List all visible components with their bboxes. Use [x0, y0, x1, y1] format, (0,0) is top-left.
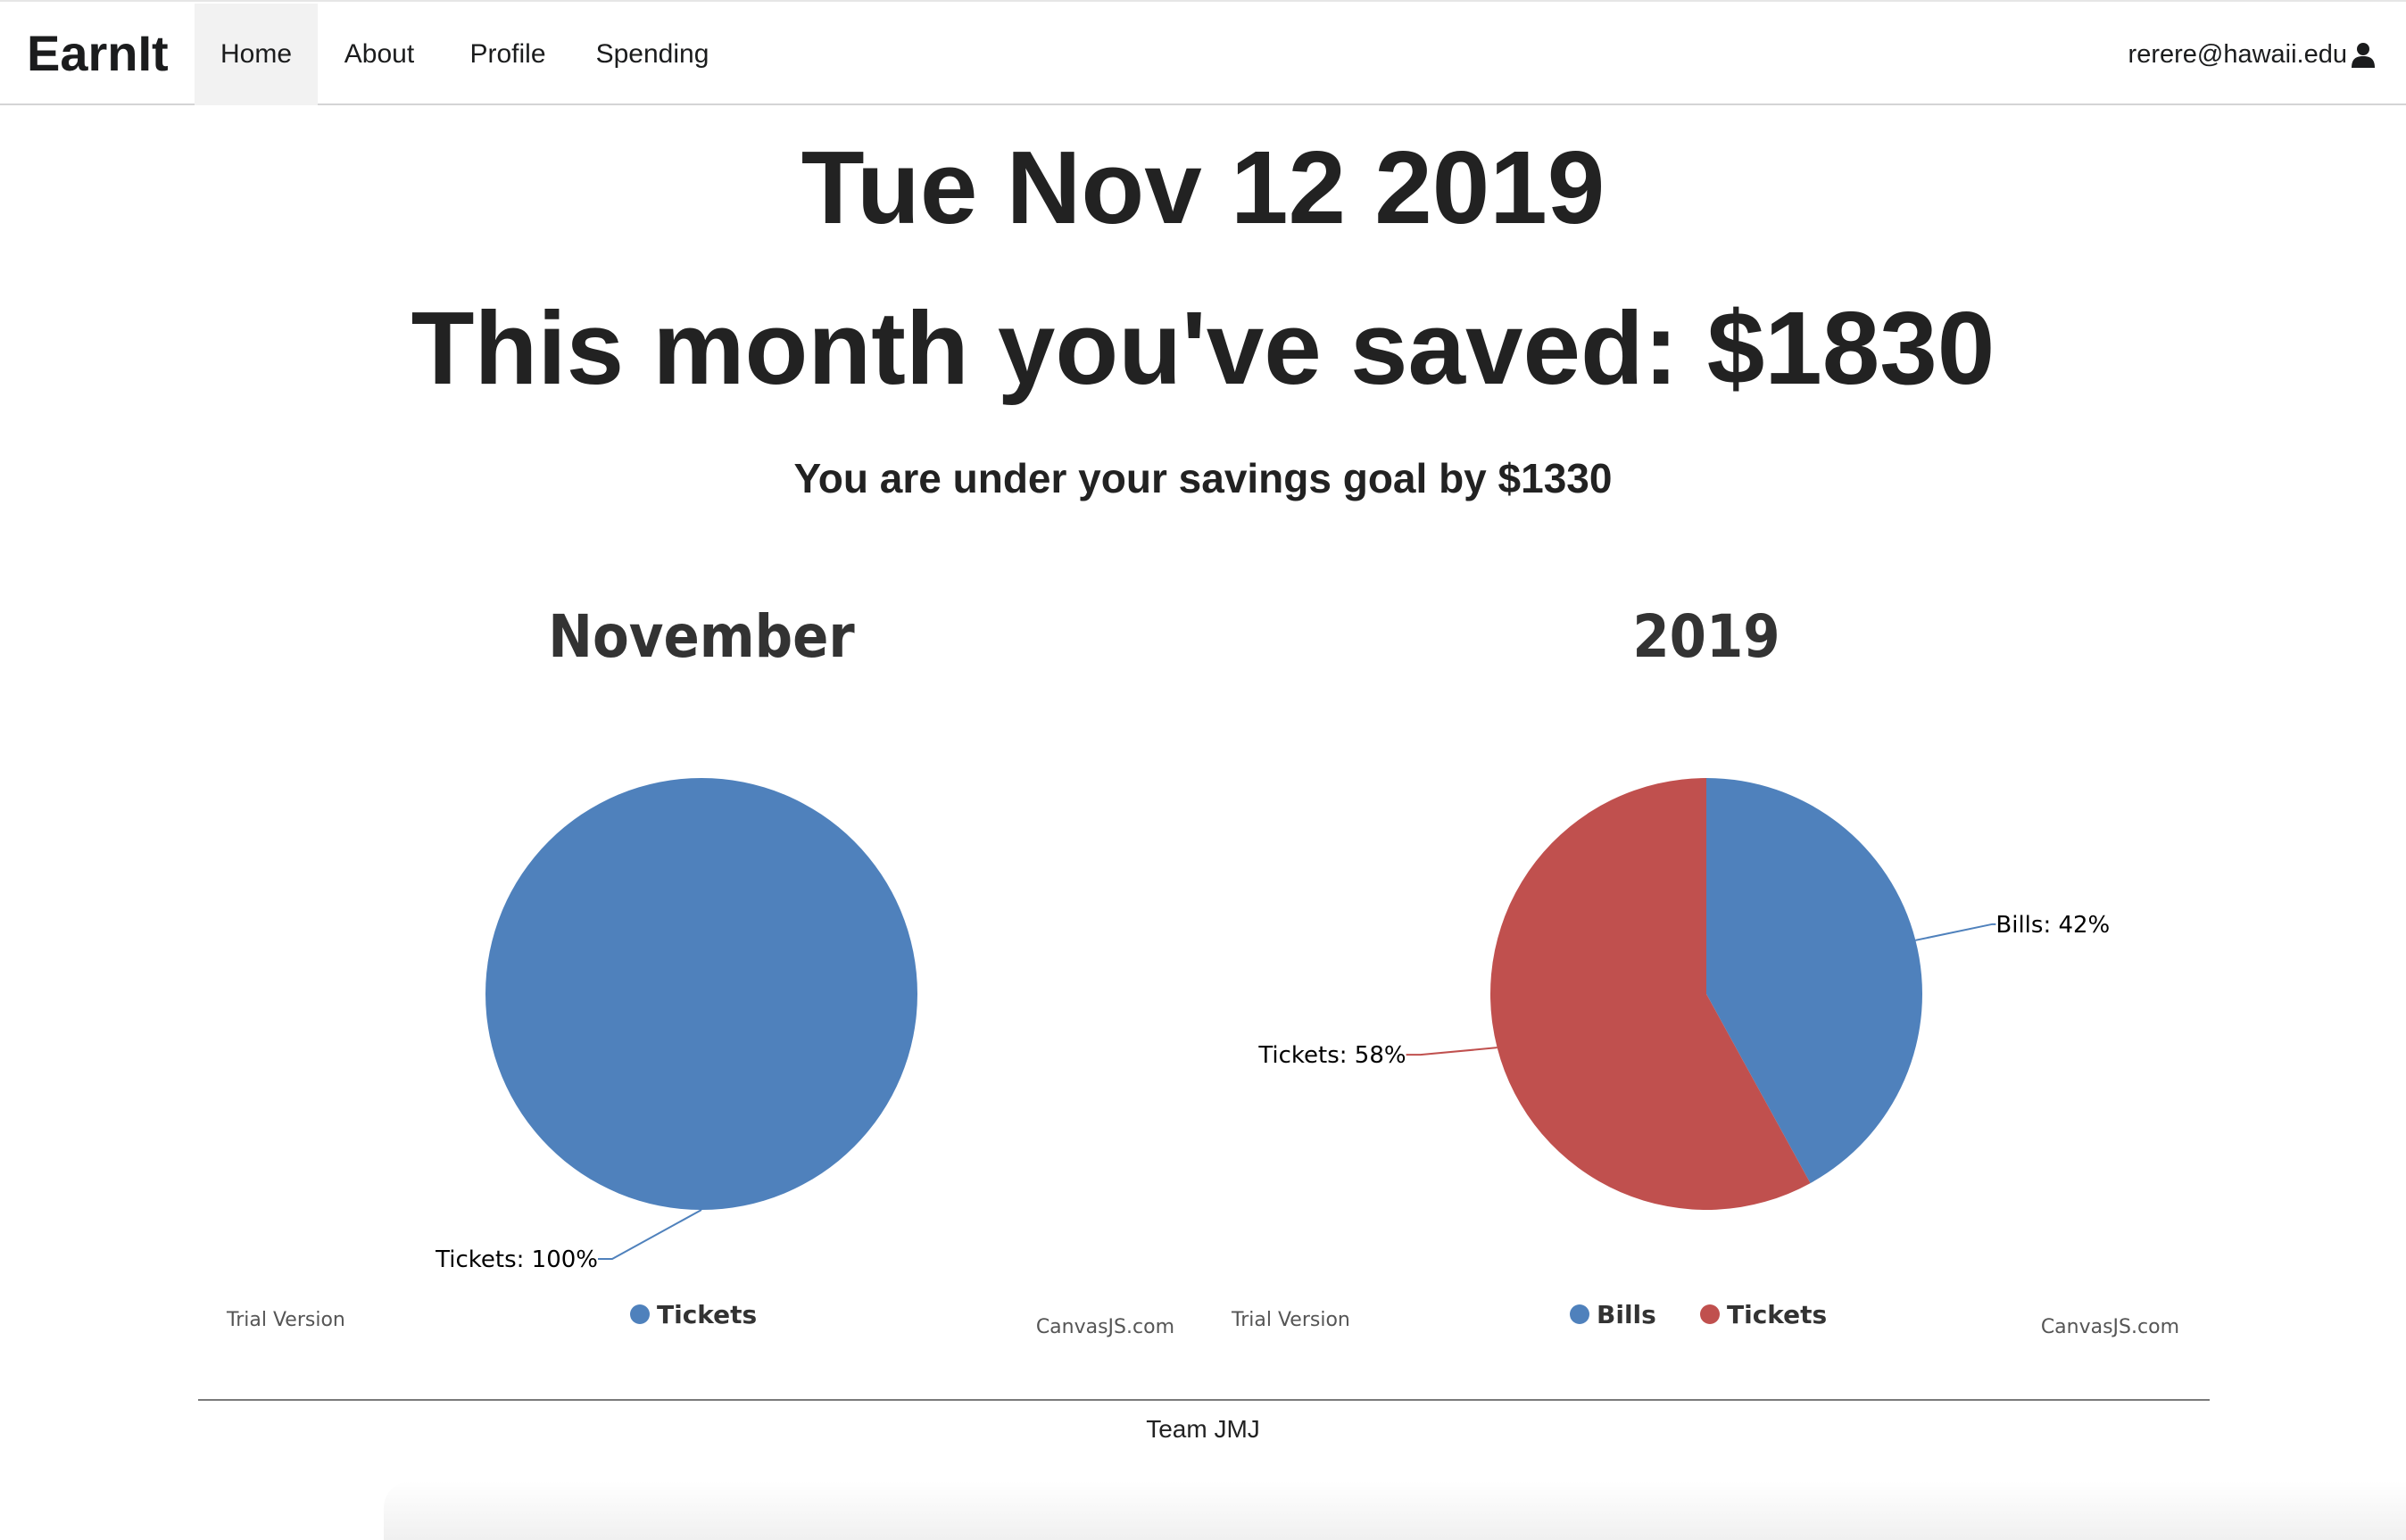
pie-slices [1489, 778, 1922, 1210]
pie-label-tickets: Tickets: 58% [1257, 1042, 1406, 1069]
user-icon [2352, 43, 2375, 68]
legend-item-tickets[interactable]: Tickets [657, 1300, 757, 1329]
november-pie-chart: November Tickets: 100% Tickets Trial Ver… [226, 607, 1174, 1338]
user-menu[interactable]: rerere@hawaii.edu [2128, 4, 2376, 105]
nav-item-profile[interactable]: Profile [450, 4, 566, 105]
year-2019-pie-chart: 2019 Bills: 42% Tickets: 58% Bills Tickets… [1231, 607, 2179, 1338]
window-shadow [384, 1481, 2406, 1540]
footer-divider [198, 1399, 2210, 1401]
canvasjs-credit-link[interactable]: CanvasJS.com [2041, 1316, 2179, 1338]
legend-marker-bills [1570, 1304, 1589, 1324]
legend-item-tickets[interactable]: Tickets [1727, 1300, 1827, 1329]
pie-label-connector [1915, 923, 1996, 941]
chart-legend: Tickets [630, 1300, 757, 1329]
trial-version-text: Trial Version [226, 1309, 345, 1331]
page: EarnIt Home About Profile Spending rerer… [0, 0, 2406, 1540]
pie-slice-tickets[interactable] [485, 778, 917, 1210]
pie-label-bills: Bills: 42% [1995, 912, 2110, 939]
canvasjs-credit-link[interactable]: CanvasJS.com [1036, 1316, 1174, 1338]
chart-title: November [548, 607, 855, 671]
pie-label-connector [598, 1209, 702, 1260]
pie-slices [485, 778, 917, 1210]
top-navbar: EarnIt Home About Profile Spending rerer… [0, 0, 2406, 105]
legend-marker-tickets [630, 1304, 650, 1324]
chart-title: 2019 [1632, 607, 1780, 671]
nav-item-about[interactable]: About [327, 4, 432, 105]
footer-team: Team JMJ [1146, 1415, 1260, 1443]
chart-legend: Bills Tickets [1570, 1300, 1827, 1329]
savings-heading: This month you've saved: $1830 [411, 290, 1995, 406]
pie-label-connector [1406, 1047, 1498, 1056]
legend-item-bills[interactable]: Bills [1597, 1300, 1656, 1329]
brand-logo[interactable]: EarnIt [27, 20, 169, 87]
pie-labels: Tickets: 100% [435, 1209, 702, 1273]
savings-goal-text: You are under your savings goal by $1330 [793, 455, 1613, 501]
nav-item-spending[interactable]: Spending [582, 4, 723, 105]
date-heading: Tue Nov 12 2019 [801, 129, 1605, 245]
user-email: rerere@hawaii.edu [2128, 39, 2347, 69]
nav-item-home[interactable]: Home [195, 4, 318, 105]
trial-version-text: Trial Version [1231, 1309, 1350, 1331]
legend-marker-tickets [1700, 1304, 1720, 1324]
pie-label-tickets: Tickets: 100% [435, 1246, 598, 1273]
